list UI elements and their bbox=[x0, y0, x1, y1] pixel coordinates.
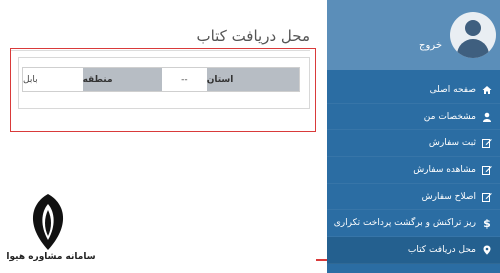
sidebar-item-book-delivery[interactable]: محل دریافت کتاب bbox=[327, 237, 500, 264]
edit-icon bbox=[482, 165, 492, 175]
edit-icon bbox=[482, 192, 492, 202]
sidebar-item-home[interactable]: صفحه اصلی bbox=[327, 77, 500, 104]
dollar-icon: $ bbox=[483, 216, 491, 230]
edit-icon bbox=[482, 138, 492, 149]
sidebar: خروج صفحه اصلی مشخصات من ثبت سفارش مشاهد… bbox=[327, 0, 500, 273]
sidebar-item-label: ریز تراکنش و برگشت پرداخت تکراری bbox=[333, 218, 476, 229]
map-marker-icon bbox=[482, 245, 492, 255]
sidebar-item-transactions[interactable]: ریز تراکنش و برگشت پرداخت تکراری $ bbox=[327, 210, 500, 238]
sidebar-item-label: مشاهده سفارش bbox=[413, 164, 476, 175]
watermark-text: سامانه مشاوره هیوا bbox=[6, 252, 96, 262]
sidebar-item-label: ثبت سفارش bbox=[428, 138, 476, 149]
user-icon bbox=[482, 112, 492, 122]
page-title: محل دریافت کتاب bbox=[196, 27, 310, 45]
sidebar-item-profile[interactable]: مشخصات من bbox=[327, 104, 500, 131]
sidebar-item-label: محل دریافت کتاب bbox=[407, 244, 476, 255]
user-panel: خروج bbox=[327, 0, 500, 70]
sidebar-item-view-order[interactable]: مشاهده سفارش bbox=[327, 157, 500, 184]
sidebar-menu: صفحه اصلی مشخصات من ثبت سفارش مشاهده سفا… bbox=[327, 77, 500, 264]
highlight-box bbox=[10, 48, 316, 132]
sidebar-item-edit-order[interactable]: اصلاح سفارش bbox=[327, 184, 500, 211]
avatar bbox=[450, 12, 496, 58]
logout-link[interactable]: خروج bbox=[382, 40, 442, 51]
sidebar-item-label: صفحه اصلی bbox=[429, 84, 476, 95]
sidebar-item-label: اصلاح سفارش bbox=[421, 191, 476, 202]
home-icon bbox=[482, 85, 492, 95]
sidebar-item-new-order[interactable]: ثبت سفارش bbox=[327, 130, 500, 158]
sidebar-item-label: مشخصات من bbox=[423, 111, 476, 122]
